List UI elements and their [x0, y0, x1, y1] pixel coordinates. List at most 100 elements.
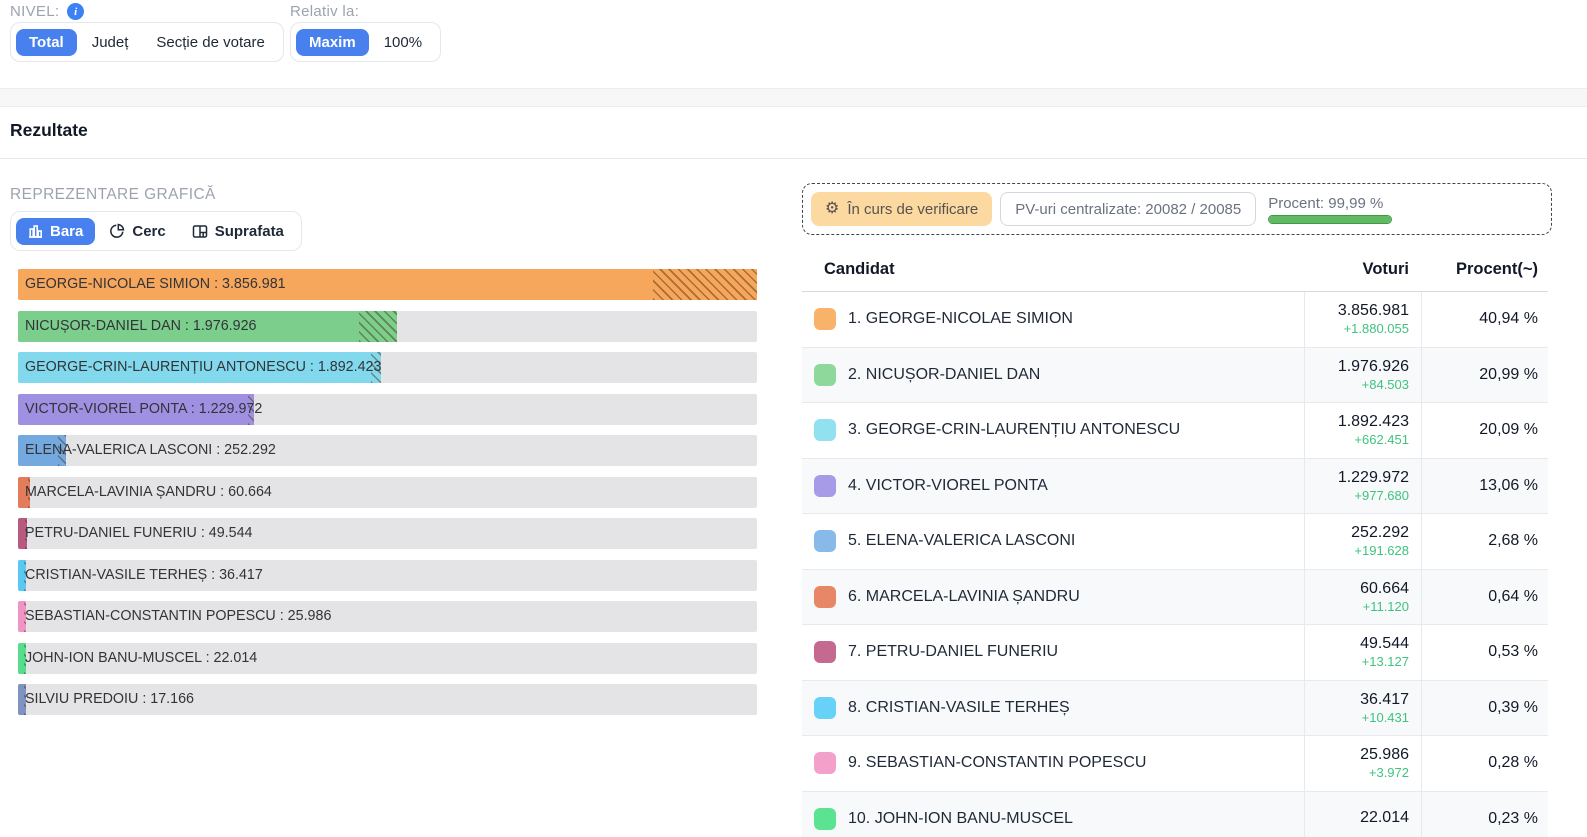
page-title: Rezultate: [10, 120, 88, 141]
percent-value: 0,23 %: [1421, 792, 1548, 837]
candidate-color-swatch: [814, 752, 836, 774]
level-option-sectie[interactable]: Secție de votare: [143, 29, 277, 56]
candidate-name: ELENA-VALERICA LASCONI: [866, 532, 1076, 549]
chart-mode-bara[interactable]: Bara: [16, 218, 95, 245]
candidate-color-swatch: [814, 419, 836, 441]
chart-panel-title: REPREZENTARE GRAFICĂ: [10, 186, 760, 204]
header-percent: Procent(~): [1421, 260, 1548, 279]
bar-banu-muscel[interactable]: JOHN-ION BANU-MUSCEL : 22.014: [18, 643, 757, 674]
percent-value: 20,99 %: [1421, 348, 1548, 403]
header-candidate: Candidat: [802, 260, 1304, 279]
bar-ponta[interactable]: VICTOR-VIOREL PONTA : 1.229.972: [18, 394, 757, 425]
bar-label: NICUȘOR-DANIEL DAN : 1.976.926: [25, 311, 256, 342]
bar-label: JOHN-ION BANU-MUSCEL : 22.014: [25, 643, 257, 674]
bar-funeriu[interactable]: PETRU-DANIEL FUNERIU : 49.544: [18, 518, 757, 549]
candidate-name: CRISTIAN-VASILE TERHEȘ: [866, 699, 1070, 716]
bar-label: CRISTIAN-VASILE TERHEȘ : 36.417: [25, 560, 263, 591]
results-panel: ⚙︎ În curs de verificare PV-uri centrali…: [802, 183, 1552, 837]
candidate-rank: 10.: [848, 810, 870, 827]
level-label: NIVEL:: [10, 3, 59, 20]
progress-bar: [1268, 215, 1392, 224]
votes-delta: +977.680: [1354, 488, 1409, 503]
candidate-name: JOHN-ION BANU-MUSCEL: [875, 810, 1073, 827]
percent-value: 40,94 %: [1421, 292, 1548, 347]
level-label-row: NIVEL: i: [10, 3, 84, 20]
centralization-status-box: ⚙︎ În curs de verificare PV-uri centrali…: [802, 183, 1552, 235]
percent-label: Procent: 99,99 %: [1268, 195, 1392, 212]
candidate-name: VICTOR-VIOREL PONTA: [866, 477, 1048, 494]
bar-lasconi[interactable]: ELENA-VALERICA LASCONI : 252.292: [18, 435, 757, 466]
pie-chart-icon: [109, 223, 125, 239]
bar-popescu[interactable]: SEBASTIAN-CONSTANTIN POPESCU : 25.986: [18, 601, 757, 632]
candidate-rank: 1.: [848, 310, 861, 327]
candidate-color-swatch: [814, 364, 836, 386]
bar-chart-icon: [28, 224, 43, 238]
info-icon[interactable]: i: [67, 3, 84, 20]
relative-option-100[interactable]: 100%: [371, 29, 435, 56]
relative-label: Relativ la:: [290, 3, 359, 20]
level-option-total[interactable]: Total: [16, 29, 77, 56]
gear-icon: ⚙︎: [825, 201, 839, 217]
votes-value: 1.229.972: [1338, 469, 1409, 487]
candidate-color-swatch: [814, 530, 836, 552]
candidate-rank: 5.: [848, 532, 861, 549]
chart-mode-suprafata[interactable]: Suprafata: [180, 218, 296, 245]
table-header: Candidat Voturi Procent(~): [802, 247, 1548, 292]
percent-value: 20,09 %: [1421, 403, 1548, 458]
bar-dan[interactable]: NICUȘOR-DANIEL DAN : 1.976.926: [18, 311, 757, 342]
votes-delta: +1.880.055: [1344, 321, 1409, 336]
candidate-name: GEORGE-NICOLAE SIMION: [866, 310, 1073, 327]
candidate-color-swatch: [814, 641, 836, 663]
treemap-icon: [192, 224, 208, 239]
verification-status-label: În curs de verificare: [847, 201, 978, 218]
votes-value: 1.976.926: [1338, 358, 1409, 376]
votes-delta: +191.628: [1354, 543, 1409, 558]
chart-mode-label: Bara: [50, 223, 83, 240]
bar-label: GEORGE-CRIN-LAURENȚIU ANTONESCU : 1.892.…: [25, 352, 381, 383]
candidate-name: MARCELA-LAVINIA ȘANDRU: [866, 588, 1080, 605]
header-votes: Voturi: [1304, 260, 1421, 279]
bar-label: SEBASTIAN-CONSTANTIN POPESCU : 25.986: [25, 601, 331, 632]
votes-value: 252.292: [1351, 524, 1409, 542]
candidate-color-swatch: [814, 586, 836, 608]
results-table: Candidat Voturi Procent(~) 1. GEORGE-NIC…: [802, 247, 1548, 837]
candidate-rank: 3.: [848, 421, 861, 438]
level-option-judet[interactable]: Județ: [79, 29, 142, 56]
votes-delta: +10.431: [1362, 710, 1409, 725]
bar-label: VICTOR-VIOREL PONTA : 1.229.972: [25, 394, 262, 425]
percent-value: 0,53 %: [1421, 625, 1548, 680]
verification-status-badge: ⚙︎ În curs de verificare: [811, 192, 992, 226]
bar-terhes[interactable]: CRISTIAN-VASILE TERHEȘ : 36.417: [18, 560, 757, 591]
divider: [0, 158, 1587, 159]
votes-value: 25.986: [1360, 746, 1409, 764]
votes-value: 60.664: [1360, 580, 1409, 598]
candidate-color-swatch: [814, 697, 836, 719]
chart-mode-cerc[interactable]: Cerc: [97, 218, 177, 245]
candidate-rank: 6.: [848, 588, 861, 605]
table-row: 1. GEORGE-NICOLAE SIMION 3.856.981+1.880…: [802, 292, 1548, 348]
candidate-rank: 2.: [848, 366, 861, 383]
percent-value: 13,06 %: [1421, 459, 1548, 514]
table-row: 10. JOHN-ION BANU-MUSCEL 22.014 0,23 %: [802, 792, 1548, 837]
votes-delta: +13.127: [1362, 654, 1409, 669]
bar-simion[interactable]: GEORGE-NICOLAE SIMION : 3.856.981: [18, 269, 757, 300]
bar-chart: GEORGE-NICOLAE SIMION : 3.856.981 NICUȘO…: [18, 269, 760, 715]
section-separator-band: [0, 88, 1587, 107]
candidate-name: SEBASTIAN-CONSTANTIN POPESCU: [866, 754, 1147, 771]
bar-label: SILVIU PREDOIU : 17.166: [25, 684, 194, 715]
percent-value: 0,39 %: [1421, 681, 1548, 736]
candidate-rank: 7.: [848, 643, 861, 660]
candidate-rank: 8.: [848, 699, 861, 716]
bar-label: ELENA-VALERICA LASCONI : 252.292: [25, 435, 276, 466]
bar-antonescu[interactable]: GEORGE-CRIN-LAURENȚIU ANTONESCU : 1.892.…: [18, 352, 757, 383]
votes-delta: +3.972: [1369, 765, 1409, 780]
votes-value: 1.892.423: [1338, 413, 1409, 431]
relative-label-row: Relativ la:: [290, 3, 359, 20]
relative-option-maxim[interactable]: Maxim: [296, 29, 369, 56]
bar-sandru[interactable]: MARCELA-LAVINIA ȘANDRU : 60.664: [18, 477, 757, 508]
bar-predoiu[interactable]: SILVIU PREDOIU : 17.166: [18, 684, 757, 715]
bar-label: MARCELA-LAVINIA ȘANDRU : 60.664: [25, 477, 272, 508]
table-row: 2. NICUȘOR-DANIEL DAN 1.976.926+84.503 2…: [802, 348, 1548, 404]
relative-selector: Maxim 100%: [290, 22, 441, 62]
level-selector: Total Județ Secție de votare: [10, 22, 284, 62]
